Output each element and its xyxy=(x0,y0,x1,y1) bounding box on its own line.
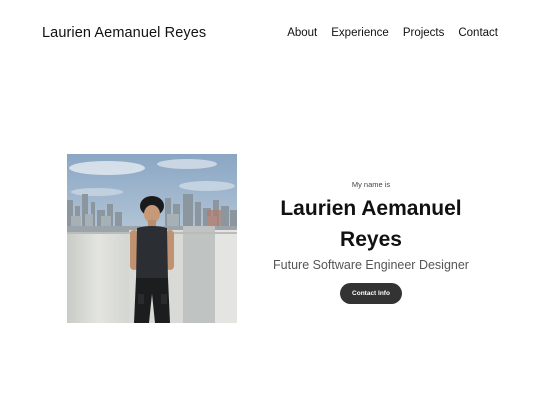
profile-name: Laurien Aemanuel Reyes xyxy=(280,197,462,251)
nav-link-projects[interactable]: Projects xyxy=(403,27,445,39)
site-logo[interactable]: Laurien Aemanuel Reyes xyxy=(42,25,206,41)
intro-section: My name is Laurien Aemanuel Reyes Future… xyxy=(266,180,476,304)
nav-link-experience[interactable]: Experience xyxy=(331,27,389,39)
profile-photo xyxy=(67,154,237,323)
profile-title: Future Software Engineer Designer xyxy=(273,258,469,272)
nav-link-contact[interactable]: Contact xyxy=(458,27,498,39)
portfolio-page: Laurien Aemanuel Reyes About Experience … xyxy=(0,0,540,405)
nav-link-about[interactable]: About xyxy=(287,27,317,39)
intro-eyebrow: My name is xyxy=(351,180,391,189)
site-header: Laurien Aemanuel Reyes About Experience … xyxy=(0,0,540,68)
main-nav: About Experience Projects Contact xyxy=(287,27,498,39)
contact-info-button[interactable]: Contact Info xyxy=(340,283,402,304)
